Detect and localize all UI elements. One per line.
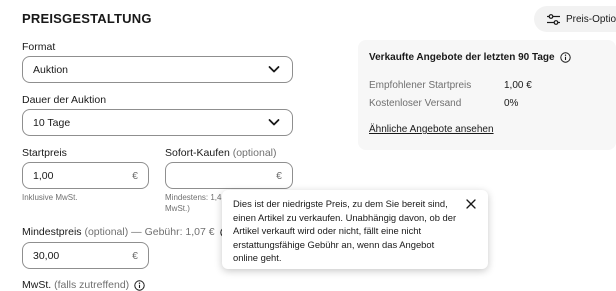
buy-now-optional: (optional) (232, 147, 277, 159)
chevron-down-icon (268, 119, 280, 126)
stat-label-recommended-start: Empfohlener Startpreis (369, 80, 472, 91)
start-price-value: 1,00 (33, 169, 54, 182)
vat-label: MwSt. (falls zutreffend) (22, 279, 145, 291)
min-price-optional: (optional) (84, 226, 129, 238)
min-price-input[interactable]: 30,00 € (22, 242, 149, 269)
info-icon[interactable] (559, 52, 571, 63)
min-price-label: Mindestpreis (optional) — Gebühr: 1,07 € (22, 226, 231, 238)
buy-now-hint: Mindestens: 1,4 MwSt.) (165, 192, 221, 214)
stat-value-recommended-start: 1,00 € (504, 80, 532, 91)
info-icon[interactable] (134, 279, 145, 291)
sold-listings-panel: Verkaufte Angebote der letzten 90 Tage E… (358, 40, 616, 150)
section-title: PREISGESTALTUNG (22, 11, 152, 26)
currency-symbol: € (132, 250, 138, 262)
start-price-input[interactable]: 1,00 € (22, 162, 149, 189)
start-price-label: Startpreis (22, 147, 67, 159)
close-icon[interactable] (466, 199, 476, 209)
buy-now-label: Sofort-Kaufen (optional) (165, 147, 277, 159)
start-price-hint: Inklusive MwSt. (22, 193, 78, 202)
duration-value: 10 Tage (33, 116, 71, 129)
stat-value-free-shipping: 0% (504, 98, 519, 109)
min-price-value: 30,00 (33, 249, 60, 262)
sold-listings-title-text: Verkaufte Angebote der letzten 90 Tage (369, 52, 555, 63)
similar-listings-link[interactable]: Ähnliche Angebote ansehen (369, 124, 494, 135)
min-price-tooltip: Dies ist der niedrigste Preis, zu dem Si… (222, 190, 488, 269)
buy-now-label-text: Sofort-Kaufen (165, 147, 230, 159)
format-value: Auktion (33, 63, 69, 76)
sliders-icon (547, 13, 560, 25)
price-options-button[interactable]: Preis-Optionen (534, 6, 616, 32)
buy-now-hint-line2: MwSt.) (165, 204, 190, 213)
buy-now-input[interactable]: € (165, 162, 293, 189)
format-select[interactable]: Auktion (22, 56, 293, 83)
price-options-label: Preis-Optionen (566, 13, 616, 25)
vat-label-text: MwSt. (22, 279, 52, 291)
chevron-down-icon (268, 66, 280, 73)
duration-select[interactable]: 10 Tage (22, 109, 293, 136)
buy-now-hint-line1: Mindestens: 1,4 (165, 193, 222, 202)
format-label: Format (22, 41, 56, 53)
min-price-fee: — Gebühr: 1,07 € (131, 226, 215, 238)
duration-label: Dauer der Auktion (22, 94, 107, 106)
currency-symbol: € (276, 170, 282, 182)
min-price-label-text: Mindestpreis (22, 226, 82, 238)
tooltip-text: Dies ist der niedrigste Preis, zu dem Si… (233, 198, 457, 264)
vat-note: (falls zutreffend) (54, 279, 130, 291)
stat-label-free-shipping: Kostenloser Versand (369, 98, 462, 109)
sold-listings-title: Verkaufte Angebote der letzten 90 Tage (369, 52, 571, 63)
currency-symbol: € (132, 170, 138, 182)
